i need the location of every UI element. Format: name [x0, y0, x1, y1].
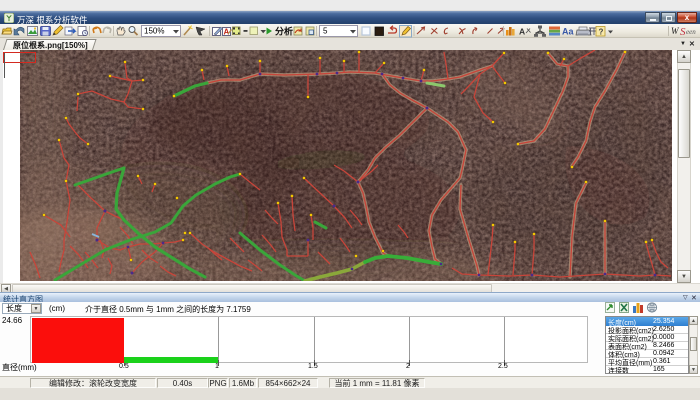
svg-text:?: ? [599, 28, 604, 37]
svg-text:A: A [224, 28, 230, 37]
svg-text:A: A [519, 27, 525, 37]
svg-text:5: 5 [323, 27, 328, 36]
svg-text:Aa: Aa [562, 27, 574, 37]
svg-text:150%: 150% [144, 27, 164, 36]
svg-text:een: een [686, 28, 696, 36]
svg-text:分析: 分析 [275, 26, 293, 37]
svg-text:W: W [671, 26, 680, 36]
